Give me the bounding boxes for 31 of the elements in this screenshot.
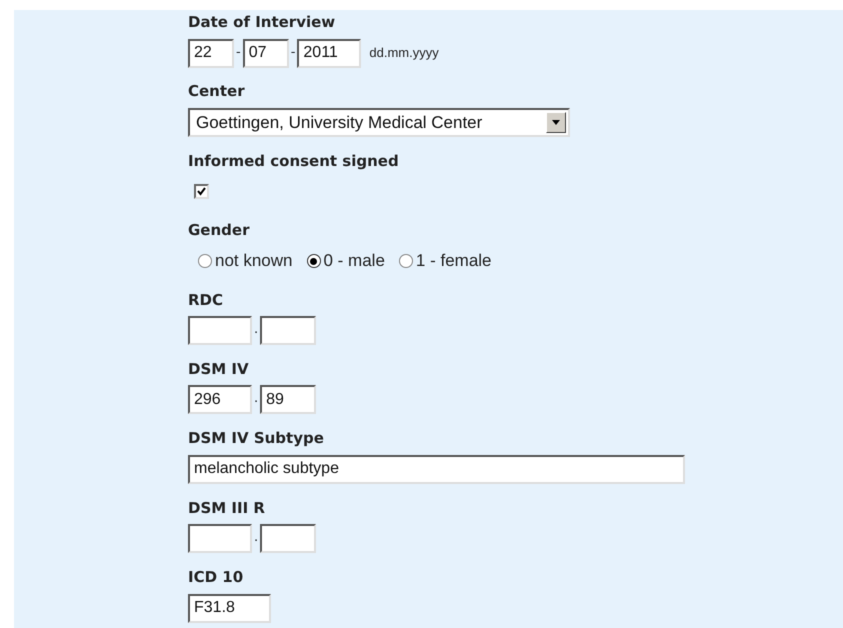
input-field[interactable]: 89 xyxy=(260,385,316,414)
radio-option[interactable]: not known xyxy=(198,248,292,274)
field-label: Center xyxy=(188,81,246,102)
separator-text: . xyxy=(253,321,260,340)
input-field[interactable] xyxy=(260,316,316,346)
center-dropdown[interactable]: Goettingen, University Medical Center xyxy=(188,108,570,137)
format-hint: dd.mm.yyyy xyxy=(369,44,439,62)
input-field[interactable] xyxy=(188,316,252,346)
input-field[interactable]: 22 xyxy=(188,38,234,68)
radio-option[interactable]: 0 - male xyxy=(306,248,385,274)
field-label: Gender xyxy=(188,220,250,240)
input-field[interactable]: F31.8 xyxy=(188,594,271,623)
field-label: DSM III R xyxy=(188,498,266,518)
separator-text: - xyxy=(235,44,242,62)
field-label: Date of Interview xyxy=(188,12,336,32)
input-field[interactable] xyxy=(260,524,316,554)
separator-text: . xyxy=(253,390,260,408)
separator-text: - xyxy=(290,44,296,62)
input-field[interactable]: 296 xyxy=(188,385,252,414)
radio-option[interactable]: 1 - female xyxy=(398,248,492,274)
field-label: ICD 10 xyxy=(188,567,244,588)
consent-checkbox[interactable] xyxy=(194,184,209,200)
input-field[interactable]: melancholic subtype xyxy=(188,454,685,484)
input-field[interactable] xyxy=(188,524,252,554)
input-field[interactable]: 2011 xyxy=(297,38,362,68)
field-label: DSM IV Subtype xyxy=(188,428,325,448)
separator-text: . xyxy=(253,529,260,548)
field-label: Informed consent signed xyxy=(188,150,400,171)
field-label: RDC xyxy=(188,290,224,310)
field-label: DSM IV xyxy=(188,358,250,379)
input-field[interactable]: 07 xyxy=(242,38,289,68)
